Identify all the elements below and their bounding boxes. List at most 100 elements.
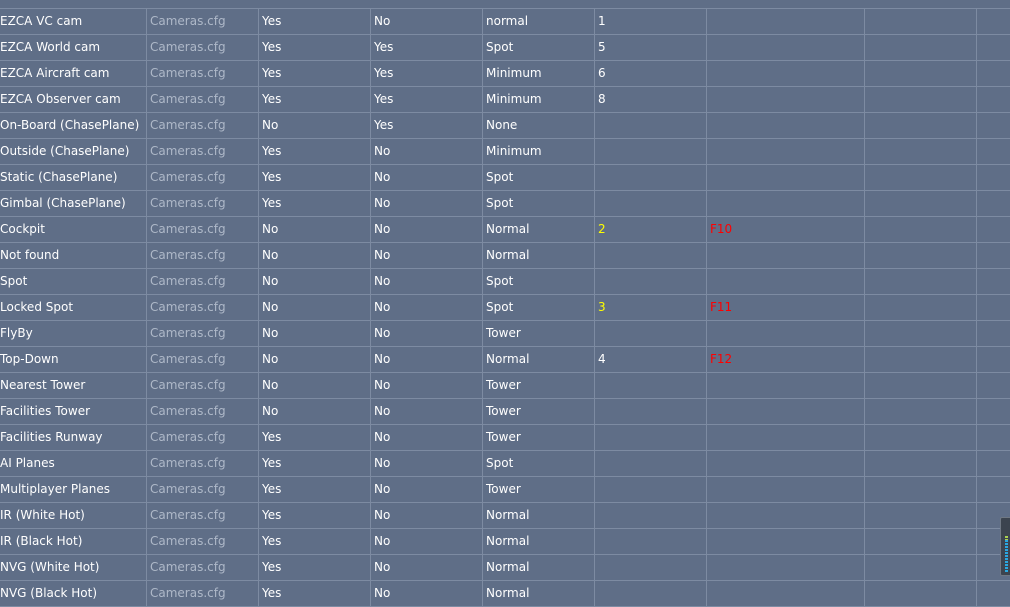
hotkey [707,113,865,138]
view-mode: Spot [483,35,595,60]
empty-cell [977,113,1010,138]
column-2-value: Yes [259,451,371,476]
view-mode: Normal [483,503,595,528]
view-mode: Spot [483,269,595,294]
config-file: Cameras.cfg [147,477,259,502]
view-mode: Tower [483,321,595,346]
table-row[interactable]: Cockpit Cameras.cfg No No Normal 2 F10 [0,216,1010,242]
table-row[interactable]: AI Planes Cameras.cfg Yes No Spot [0,450,1010,476]
camera-name: NVG (Black Hot) [0,581,147,606]
camera-number [595,165,707,190]
table-row[interactable]: EZCA World cam Cameras.cfg Yes Yes Spot 5 [0,34,1010,60]
config-file: Cameras.cfg [147,503,259,528]
hotkey [707,243,865,268]
hotkey [707,269,865,294]
empty-cell [977,321,1010,346]
config-file: Cameras.cfg [147,165,259,190]
camera-name: IR (White Hot) [0,503,147,528]
table-row[interactable]: Locked Spot Cameras.cfg No No Spot 3 F11 [0,294,1010,320]
column-3-value: No [371,321,483,346]
camera-number: 5 [595,35,707,60]
hotkey [707,165,865,190]
camera-number: 3 [595,295,707,320]
table-row[interactable]: Facilities Tower Cameras.cfg No No Tower [0,398,1010,424]
column-2-value: Yes [259,165,371,190]
camera-table: EZCA VC cam Cameras.cfg Yes No normal 1 EZCA W… [0,8,1010,607]
empty-cell [865,399,977,424]
column-2-value: Yes [259,555,371,580]
column-3-value: Yes [371,113,483,138]
empty-cell [977,87,1010,112]
column-2-value: No [259,269,371,294]
camera-name: Static (ChasePlane) [0,165,147,190]
empty-cell [865,113,977,138]
camera-number [595,321,707,346]
table-row[interactable]: NVG (White Hot) Cameras.cfg Yes No Normal [0,554,1010,580]
empty-cell [865,347,977,372]
table-row[interactable]: Top-Down Cameras.cfg No No Normal 4 F12 [0,346,1010,372]
table-row[interactable]: NVG (Black Hot) Cameras.cfg Yes No Normal [0,580,1010,606]
hotkey [707,9,865,34]
table-row[interactable]: IR (Black Hot) Cameras.cfg Yes No Normal [0,528,1010,554]
empty-cell [977,243,1010,268]
table-row[interactable]: Multiplayer Planes Cameras.cfg Yes No Tower [0,476,1010,502]
config-file: Cameras.cfg [147,555,259,580]
table-row[interactable]: Not found Cameras.cfg No No Normal [0,242,1010,268]
table-row[interactable]: EZCA VC cam Cameras.cfg Yes No normal 1 [0,8,1010,34]
table-row[interactable]: Static (ChasePlane) Cameras.cfg Yes No Spot [0,164,1010,190]
camera-number [595,269,707,294]
empty-cell [865,477,977,502]
column-3-value: Yes [371,35,483,60]
camera-name: Facilities Runway [0,425,147,450]
column-3-value: No [371,425,483,450]
empty-cell [865,35,977,60]
column-2-value: No [259,243,371,268]
config-file: Cameras.cfg [147,425,259,450]
camera-number: 1 [595,9,707,34]
view-mode: None [483,113,595,138]
column-3-value: No [371,477,483,502]
config-file: Cameras.cfg [147,581,259,606]
empty-cell [865,243,977,268]
table-row[interactable]: On-Board (ChasePlane) Cameras.cfg No Yes Non… [0,112,1010,138]
table-row[interactable]: Nearest Tower Cameras.cfg No No Tower [0,372,1010,398]
column-2-value: No [259,217,371,242]
column-2-value: No [259,399,371,424]
table-row[interactable]: EZCA Observer cam Cameras.cfg Yes Yes Minimu… [0,86,1010,112]
hotkey [707,503,865,528]
column-3-value: No [371,399,483,424]
camera-name: IR (Black Hot) [0,529,147,554]
view-mode: Spot [483,451,595,476]
camera-number [595,139,707,164]
view-mode: Normal [483,529,595,554]
empty-cell [865,529,977,554]
column-3-value: No [371,269,483,294]
empty-cell [977,425,1010,450]
table-row[interactable]: FlyBy Cameras.cfg No No Tower [0,320,1010,346]
table-row[interactable]: IR (White Hot) Cameras.cfg Yes No Normal [0,502,1010,528]
camera-number: 6 [595,61,707,86]
column-3-value: Yes [371,61,483,86]
view-mode: Spot [483,165,595,190]
empty-cell [865,61,977,86]
view-mode: Normal [483,555,595,580]
camera-name: On-Board (ChasePlane) [0,113,147,138]
level-meter-widget[interactable] [1000,517,1010,576]
view-mode: Normal [483,217,595,242]
config-file: Cameras.cfg [147,9,259,34]
config-file: Cameras.cfg [147,35,259,60]
empty-cell [865,87,977,112]
hotkey [707,477,865,502]
hotkey [707,529,865,554]
column-2-value: No [259,295,371,320]
table-row[interactable]: Facilities Runway Cameras.cfg Yes No Tower [0,424,1010,450]
column-2-value: No [259,113,371,138]
column-3-value: No [371,529,483,554]
column-3-value: No [371,9,483,34]
empty-cell [977,295,1010,320]
table-row[interactable]: EZCA Aircraft cam Cameras.cfg Yes Yes Minimu… [0,60,1010,86]
table-row[interactable]: Gimbal (ChasePlane) Cameras.cfg Yes No Spot [0,190,1010,216]
table-row[interactable]: Outside (ChasePlane) Cameras.cfg Yes No Mini… [0,138,1010,164]
table-row[interactable]: Spot Cameras.cfg No No Spot [0,268,1010,294]
config-file: Cameras.cfg [147,191,259,216]
